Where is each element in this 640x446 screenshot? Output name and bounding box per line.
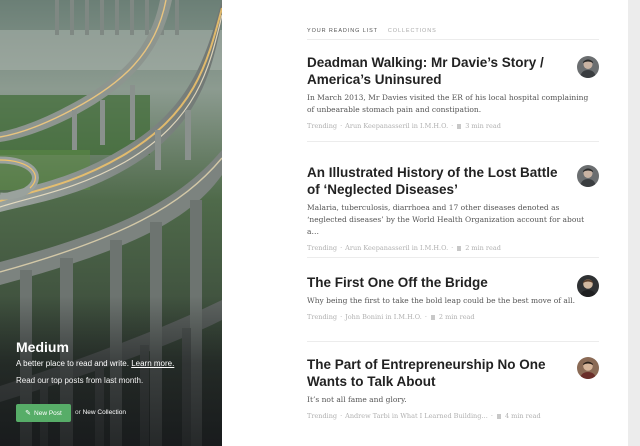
list-divider — [307, 257, 599, 258]
post-category[interactable]: Trending — [307, 313, 337, 321]
brand-logo[interactable]: Medium — [16, 339, 69, 355]
post-author[interactable]: Arun Keepanasseril in I.M.H.O. — [345, 244, 448, 252]
new-collection-link[interactable]: New Collection — [83, 409, 126, 416]
author-avatar[interactable] — [577, 357, 599, 379]
list-item: The Part of Entrepreneurship No One Want… — [307, 356, 599, 420]
meta-separator: · — [340, 313, 343, 321]
meta-separator: · — [424, 313, 427, 321]
hero-subline: Read our top posts from last month. — [16, 376, 144, 385]
bookmark-icon[interactable] — [430, 314, 435, 320]
scrollbar-track[interactable] — [628, 0, 640, 446]
post-author[interactable]: Arun Keepanasseril in I.M.H.O. — [345, 122, 448, 130]
post-read-time: 2 min read — [465, 244, 501, 252]
meta-separator: · — [340, 412, 343, 420]
post-snippet: It’s not all fame and glory. — [307, 395, 407, 404]
list-item: Deadman Walking: Mr Davie’s Story / Amer… — [307, 54, 599, 130]
meta-separator: · — [451, 244, 454, 252]
post-read-time: 4 min read — [504, 412, 541, 420]
post-category[interactable]: Trending — [307, 122, 337, 130]
author-avatar[interactable] — [577, 165, 599, 187]
post-category[interactable]: Trending — [307, 412, 337, 420]
author-avatar[interactable] — [577, 56, 599, 78]
tagline-text: A better place to read and write. — [16, 359, 129, 368]
post-read-time: 3 min read — [465, 122, 501, 130]
post-meta: Trending · Andrew Tarbi in What I Learne… — [307, 412, 599, 420]
hero-shade — [0, 296, 222, 446]
hero-panel: Medium A better place to read and write.… — [0, 0, 222, 446]
post-title[interactable]: The First One Off the Bridge — [307, 274, 569, 291]
post-author[interactable]: John Bonini in I.M.H.O. — [345, 313, 422, 321]
bookmark-icon[interactable] — [457, 123, 462, 129]
list-item: An Illustrated History of the Lost Battl… — [307, 164, 599, 252]
post-title[interactable]: The Part of Entrepreneurship No One Want… — [307, 356, 569, 390]
post-snippet: Why being the first to take the bold lea… — [307, 296, 576, 305]
meta-separator: · — [451, 122, 454, 130]
tab-collections[interactable]: Collections — [388, 28, 437, 37]
new-post-label: New Post — [34, 409, 62, 417]
post-snippet: In March 2013, Mr Davies visited the ER … — [307, 93, 589, 114]
post-title[interactable]: An Illustrated History of the Lost Battl… — [307, 164, 569, 198]
post-category[interactable]: Trending — [307, 244, 337, 252]
tab-your-reading-list[interactable]: Your Reading List — [307, 28, 378, 37]
tagline: A better place to read and write. Learn … — [16, 359, 216, 368]
post-meta: Trending · Arun Keepanasseril in I.M.H.O… — [307, 244, 599, 252]
new-post-button[interactable]: ✎ New Post — [16, 404, 71, 422]
pen-icon: ✎ — [25, 409, 32, 417]
bookmark-icon[interactable] — [457, 245, 462, 251]
post-snippet: Malaria, tuberculosis, diarrhoea and 17 … — [307, 203, 585, 236]
learn-more-link[interactable]: Learn more. — [131, 359, 174, 368]
reading-list-tabs: Your Reading List Collections — [307, 28, 437, 37]
new-collection-or: or — [75, 409, 81, 416]
list-item: The First One Off the Bridge Why being t… — [307, 274, 599, 321]
post-title[interactable]: Deadman Walking: Mr Davie’s Story / Amer… — [307, 54, 569, 88]
post-read-time: 2 min read — [438, 313, 475, 321]
list-divider — [307, 341, 599, 342]
post-author[interactable]: Andrew Tarbi in What I Learned Building… — [345, 412, 488, 420]
post-meta: Trending · Arun Keepanasseril in I.M.H.O… — [307, 122, 599, 130]
tabs-divider — [307, 39, 599, 40]
meta-separator: · — [340, 122, 343, 130]
author-avatar[interactable] — [577, 275, 599, 297]
meta-separator: · — [340, 244, 343, 252]
new-collection: or New Collection — [75, 409, 126, 416]
meta-separator: · — [490, 412, 493, 420]
list-divider — [307, 141, 599, 142]
bookmark-icon[interactable] — [496, 413, 501, 419]
post-meta: Trending · John Bonini in I.M.H.O. · 2 m… — [307, 313, 599, 321]
